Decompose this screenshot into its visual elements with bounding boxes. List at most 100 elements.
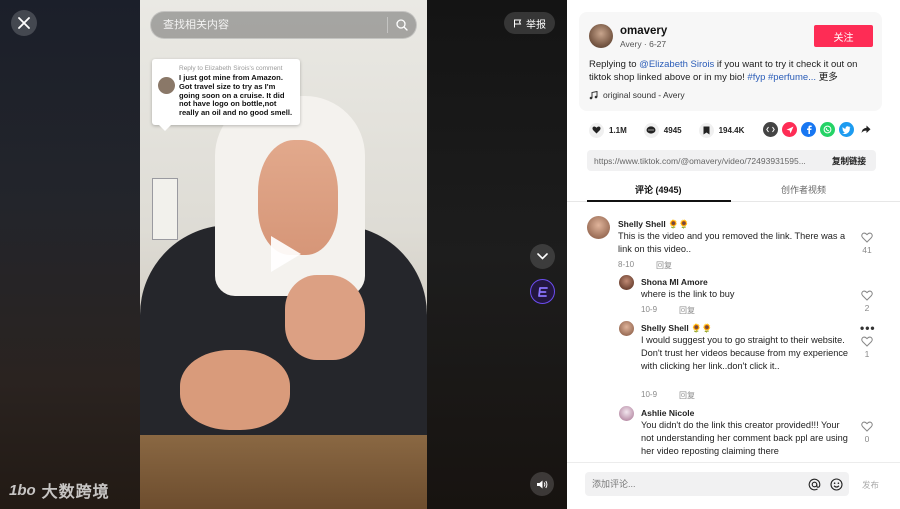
comment-like-button[interactable]: 41 <box>861 232 873 255</box>
reply-button[interactable]: 回复 <box>679 305 695 316</box>
copy-link-button[interactable]: 复制链接 <box>822 155 876 167</box>
comment-text: I would suggest you to go straight to th… <box>641 335 849 371</box>
speaker-icon <box>537 480 548 488</box>
more-link[interactable]: 更多 <box>819 72 838 83</box>
post-info-card: omavery Avery · 6-27 关注 Replying to @Eli… <box>579 12 882 111</box>
effect-e-icon <box>537 286 548 297</box>
author-meta: Avery · 6-27 <box>620 39 667 49</box>
comment-count: 4945 <box>663 125 682 135</box>
comment-meta: 10-9 回复 <box>641 305 695 316</box>
comment-input-box <box>585 472 849 496</box>
reply-card-avatar <box>158 77 175 94</box>
comment-input-bar: 发布 <box>567 462 900 509</box>
video-person-hand-lower <box>180 350 290 430</box>
search-bar <box>150 11 417 39</box>
save-count: 194.4K <box>718 125 745 135</box>
play-icon[interactable] <box>271 236 301 272</box>
share-arrow-icon[interactable] <box>858 122 873 137</box>
comment-like-count: 41 <box>862 245 872 255</box>
video-url[interactable]: https://www.tiktok.com/@omavery/video/72… <box>587 156 822 166</box>
post-description: Replying to @Elizabeth Sirois if you wan… <box>589 58 874 84</box>
comment-date: 10-9 <box>641 390 658 399</box>
wall-poster <box>152 178 178 240</box>
hashtags[interactable]: #fyp #perfume... <box>747 72 816 83</box>
report-button[interactable]: 举报 <box>504 12 555 34</box>
close-button[interactable] <box>11 10 37 36</box>
comment-avatar[interactable] <box>619 275 634 290</box>
comment-author[interactable]: Ashlie Nicole <box>641 408 694 418</box>
volume-button[interactable] <box>530 472 554 496</box>
comment-author[interactable]: Shelly Shell 🌻🌻 <box>618 219 689 230</box>
like-button[interactable]: 1.1M <box>589 122 627 138</box>
whatsapp-icon[interactable] <box>820 122 835 137</box>
heart-outline-icon <box>861 336 873 347</box>
search-divider <box>387 17 388 33</box>
comment-date: 8-10 <box>618 260 635 269</box>
emoji-icon[interactable] <box>829 477 843 491</box>
search-icon[interactable] <box>396 19 408 31</box>
share-icons <box>763 122 873 137</box>
reply-button[interactable]: 回复 <box>656 260 672 271</box>
video-stage: Reply to Elizabeth Sirois's comment I ju… <box>0 0 567 509</box>
mention-icon[interactable] <box>807 477 821 491</box>
twitter-icon[interactable] <box>839 122 854 137</box>
comment-meta: 8-10 回复 <box>618 260 672 271</box>
tab-creator-videos[interactable]: 创作者视频 <box>781 183 826 196</box>
comment-avatar[interactable] <box>619 321 634 336</box>
comment-text: where is the link to buy <box>641 289 735 299</box>
tiktok-video-page: Reply to Elizabeth Sirois's comment I ju… <box>0 0 900 509</box>
like-count: 1.1M <box>609 125 627 135</box>
stats-row: 1.1M 4945 194.4K <box>589 122 761 138</box>
comment-meta: 10-9 回复 <box>641 390 695 401</box>
comment-like-count: 0 <box>864 434 870 444</box>
comment-like-button[interactable]: 2 <box>861 290 873 313</box>
post-comment-button[interactable]: 发布 <box>862 479 879 491</box>
watermark: 1bo 大数跨境 <box>9 478 110 502</box>
panel-tabs: 评论 (4945) 创作者视频 <box>567 180 900 202</box>
bookmark-icon <box>698 122 714 138</box>
send-icon[interactable] <box>782 122 797 137</box>
blurred-backdrop-left <box>0 0 140 509</box>
report-label: 举报 <box>526 19 546 31</box>
comment-author[interactable]: Shelly Shell 🌻🌻 <box>641 323 712 334</box>
sound-link[interactable]: original sound - Avery <box>589 90 685 100</box>
comment-avatar[interactable] <box>619 406 634 421</box>
side-panel: omavery Avery · 6-27 关注 Replying to @Eli… <box>567 0 900 509</box>
comment-icon <box>643 122 659 138</box>
effect-button[interactable] <box>530 279 555 304</box>
chevron-down-icon <box>537 253 548 260</box>
comment-text: You didn't do the link this creator prov… <box>641 420 848 456</box>
sound-label: original sound - Avery <box>603 90 685 100</box>
music-note-icon <box>589 90 598 99</box>
tab-comments[interactable]: 评论 (4945) <box>635 183 682 196</box>
search-input[interactable] <box>163 19 379 31</box>
more-options-icon[interactable]: ••• <box>860 321 876 335</box>
author-name[interactable]: omavery <box>620 25 667 37</box>
mention-link[interactable]: @Elizabeth Sirois <box>639 59 714 70</box>
facebook-icon[interactable] <box>801 122 816 137</box>
reply-button[interactable]: 回复 <box>679 390 695 401</box>
embed-icon[interactable] <box>763 122 778 137</box>
active-tab-indicator <box>587 200 731 202</box>
desc-prefix: Replying to <box>589 59 640 70</box>
watermark-logo: 1bo <box>9 481 36 499</box>
reply-card-header: Reply to Elizabeth Sirois's comment <box>179 65 283 72</box>
comment-button[interactable]: 4945 <box>643 122 682 138</box>
video-table <box>140 435 427 509</box>
reply-card-text: I just got mine from Amazon. Got travel … <box>179 73 293 118</box>
heart-icon <box>589 122 604 138</box>
comment-like-button[interactable]: 0 <box>861 421 873 444</box>
reply-comment-card: Reply to Elizabeth Sirois's comment I ju… <box>152 59 300 131</box>
watermark-text: 大数跨境 <box>41 484 110 501</box>
comment-like-button[interactable]: 1 <box>861 336 873 359</box>
next-video-button[interactable] <box>530 244 555 269</box>
save-button[interactable]: 194.4K <box>698 122 745 138</box>
flag-icon <box>514 19 522 27</box>
comment-avatar[interactable] <box>587 216 610 239</box>
comment-author[interactable]: Shona MI Amore <box>641 277 708 287</box>
comment-like-count: 1 <box>864 349 870 359</box>
author-avatar[interactable] <box>589 24 613 48</box>
comment-input[interactable] <box>592 479 799 489</box>
comment-date: 10-9 <box>641 305 658 314</box>
follow-button[interactable]: 关注 <box>814 25 873 47</box>
